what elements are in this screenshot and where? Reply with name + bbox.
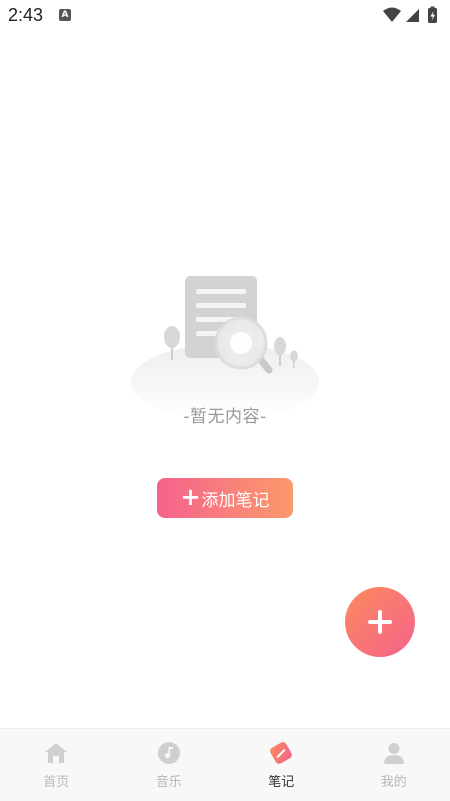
nav-label-home: 首页 [43, 775, 70, 790]
empty-notes-illustration [131, 276, 319, 420]
empty-state-message: -暂无内容- [183, 407, 267, 427]
status-time: 2:43 [8, 5, 44, 25]
status-bar: 2:43 A [0, 0, 450, 32]
nav-label-music: 音乐 [155, 775, 182, 790]
floating-add-button[interactable] [345, 587, 415, 657]
cellular-signal-icon [406, 9, 419, 22]
user-icon [383, 743, 404, 764]
nav-item-note[interactable]: 笔记 [225, 729, 338, 801]
status-indicators [382, 6, 442, 24]
notification-a-icon: A [59, 9, 71, 21]
nav-item-home[interactable]: 首页 [0, 729, 113, 801]
screen: 2:43 A -暂无内容- + 添加笔记 首页 音乐 笔记 我的 [0, 0, 450, 801]
nav-label-mine: 我的 [380, 775, 407, 790]
home-icon [45, 743, 68, 763]
nav-item-mine[interactable]: 我的 [338, 729, 450, 801]
add-note-label: 添加笔记 [201, 490, 270, 511]
plus-icon [368, 610, 392, 634]
nav-label-note: 笔记 [268, 775, 295, 790]
music-disc-icon [157, 742, 180, 764]
magnifier-icon [214, 316, 273, 374]
nav-item-music[interactable]: 音乐 [113, 729, 226, 801]
pencil-icon [270, 742, 293, 764]
add-note-button[interactable]: + 添加笔记 [157, 478, 293, 518]
wifi-icon [383, 7, 401, 22]
battery-charging-icon [428, 6, 437, 23]
bottom-navigation: 首页 音乐 笔记 我的 [0, 728, 450, 801]
plus-icon: + [180, 483, 201, 511]
